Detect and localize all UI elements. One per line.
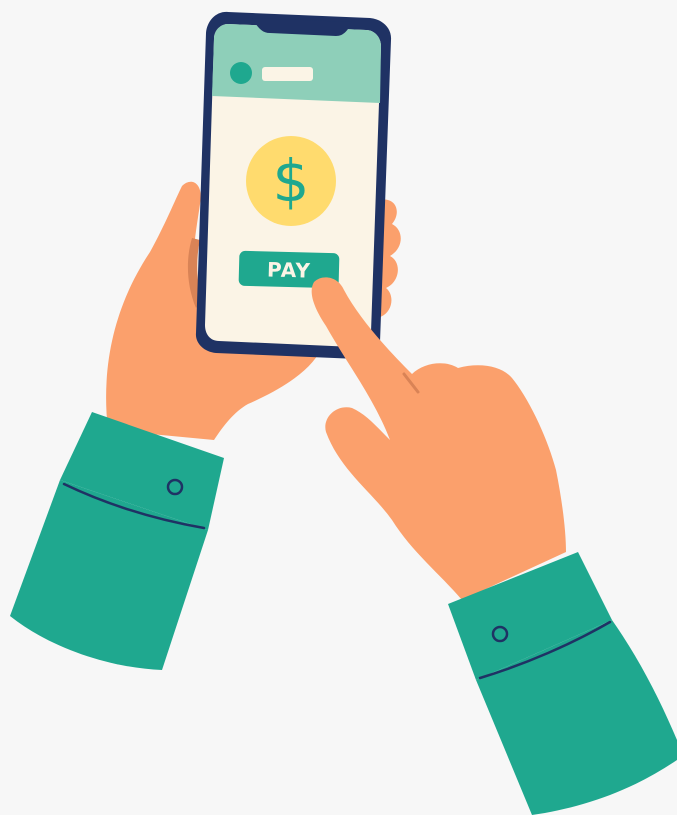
currency-symbol: $ [273,147,310,215]
dollar-coin-icon: $ [246,136,336,226]
right-hand [311,277,566,600]
avatar[interactable] [230,62,252,84]
pay-button-label: PAY [267,257,311,282]
header-title-bar [262,67,313,81]
mobile-payment-illustration: $ PAY [10,11,677,815]
right-arm [311,277,677,815]
phone: $ PAY [195,11,392,360]
